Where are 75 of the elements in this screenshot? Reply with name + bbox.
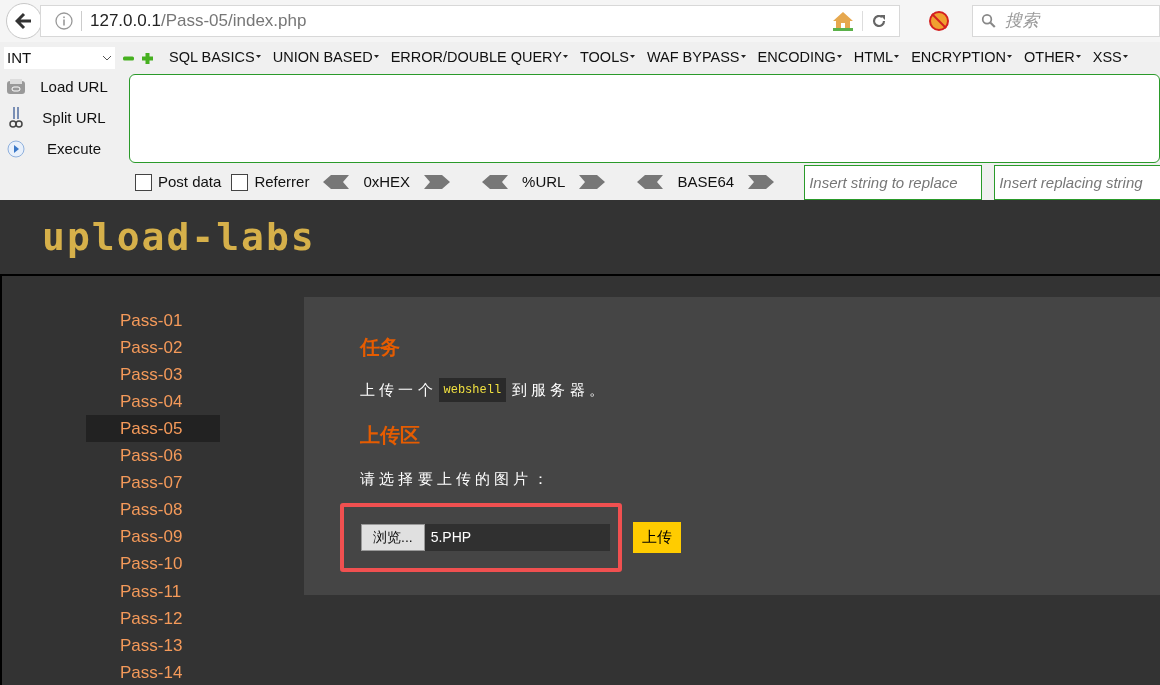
- menu-button[interactable]: ERROR/DOUBLE QUERY: [384, 47, 574, 69]
- menu-button[interactable]: UNION BASED: [266, 47, 385, 69]
- info-icon[interactable]: [55, 12, 73, 30]
- code-label: webshell: [438, 378, 507, 402]
- caret-icon[interactable]: [894, 54, 900, 58]
- caret-icon[interactable]: [1075, 54, 1081, 58]
- url-text: 127.0.0.1/Pass-05/index.php: [90, 10, 308, 33]
- encoder-label: %URL: [522, 171, 566, 192]
- nav-link[interactable]: Pass-04: [86, 388, 220, 416]
- upload-button[interactable]: 上传: [633, 521, 681, 553]
- checkbox[interactable]: [135, 173, 152, 191]
- nav-link[interactable]: Pass-07: [86, 469, 220, 497]
- menu-button[interactable]: XSS: [1086, 47, 1134, 69]
- nav-link[interactable]: Pass-12: [86, 604, 220, 632]
- caret-icon[interactable]: [373, 54, 379, 58]
- caret-icon[interactable]: [1122, 54, 1128, 58]
- task-text: 上 传 一 个: [360, 379, 433, 400]
- caret-icon[interactable]: [1007, 54, 1012, 58]
- checkbox[interactable]: [231, 173, 249, 191]
- nav-link[interactable]: Pass-13: [86, 631, 220, 659]
- reload-icon[interactable]: [871, 13, 887, 29]
- replace-field[interactable]: Insert string to replace: [804, 164, 983, 200]
- caret-icon[interactable]: [629, 54, 635, 58]
- caret-icon[interactable]: [740, 54, 746, 58]
- search-box[interactable]: 搜索: [972, 5, 1160, 37]
- action-button[interactable]: Load URL: [39, 75, 109, 99]
- chevron-icon[interactable]: [102, 55, 112, 61]
- play-icon[interactable]: [5, 140, 27, 158]
- encoder-label: BASE64: [677, 171, 735, 192]
- menu-button[interactable]: HTML: [847, 47, 906, 69]
- menu-button[interactable]: TOOLS: [574, 47, 641, 69]
- nav-link[interactable]: Pass-11: [86, 577, 220, 605]
- decode-arrow-icon[interactable]: [321, 175, 350, 189]
- action-button[interactable]: Execute: [39, 137, 109, 161]
- menu-button[interactable]: SQL BASICS: [163, 47, 267, 69]
- site-logo: upload-labs: [42, 213, 316, 261]
- back-button[interactable]: [6, 3, 42, 39]
- nav-link[interactable]: Pass-02: [86, 334, 220, 362]
- back-arrow-icon[interactable]: [15, 12, 33, 30]
- file-input[interactable]: 浏览... 5.PHP: [361, 523, 610, 551]
- nav-link[interactable]: Pass-01: [86, 307, 220, 335]
- task-text: 到 服 务 器 。: [512, 379, 604, 400]
- url-textarea[interactable]: [128, 74, 1160, 163]
- search-icon: [981, 12, 997, 30]
- home-icon[interactable]: [832, 11, 854, 31]
- menu-button[interactable]: OTHER: [1018, 47, 1087, 69]
- nav-link[interactable]: Pass-10: [86, 550, 220, 578]
- caret-icon[interactable]: [836, 54, 842, 58]
- decode-arrow-icon[interactable]: [635, 175, 664, 189]
- upload-prompt: 请 选 择 要 上 传 的 图 片 ：: [360, 469, 549, 489]
- menu-button[interactable]: ENCODING: [751, 47, 848, 69]
- address-bar[interactable]: 127.0.0.1/Pass-05/index.php: [40, 5, 900, 37]
- nav-link[interactable]: Pass-09: [86, 523, 220, 551]
- file-name: 5.PHP: [430, 527, 472, 547]
- blocked-icon[interactable]: [928, 10, 950, 32]
- type-dropdown[interactable]: INT: [4, 47, 115, 69]
- option-label[interactable]: Referrer: [254, 170, 310, 194]
- encoder-label: 0xHEX: [363, 171, 411, 192]
- nav-link[interactable]: Pass-06: [86, 442, 220, 470]
- action-button[interactable]: Split URL: [39, 106, 109, 130]
- decode-arrow-icon[interactable]: [480, 175, 509, 189]
- section-title: 任务: [360, 335, 401, 360]
- browse-button[interactable]: 浏览...: [361, 523, 425, 551]
- replace-field[interactable]: Insert replacing string: [994, 164, 1160, 200]
- section-title: 上传区: [360, 423, 421, 448]
- menu-button[interactable]: ENCRYPTION: [905, 47, 1018, 69]
- nav-link[interactable]: Pass-08: [86, 496, 220, 524]
- caret-icon[interactable]: [255, 54, 261, 58]
- nav-link[interactable]: Pass-05: [86, 415, 220, 443]
- search-input[interactable]: 搜索: [1004, 8, 1151, 34]
- nav-link[interactable]: Pass-14: [86, 659, 220, 685]
- option-label[interactable]: Post data: [158, 170, 222, 194]
- caret-icon[interactable]: [563, 54, 568, 58]
- menu-button[interactable]: WAF BYPASS: [640, 47, 752, 69]
- nav-link[interactable]: Pass-03: [86, 361, 220, 389]
